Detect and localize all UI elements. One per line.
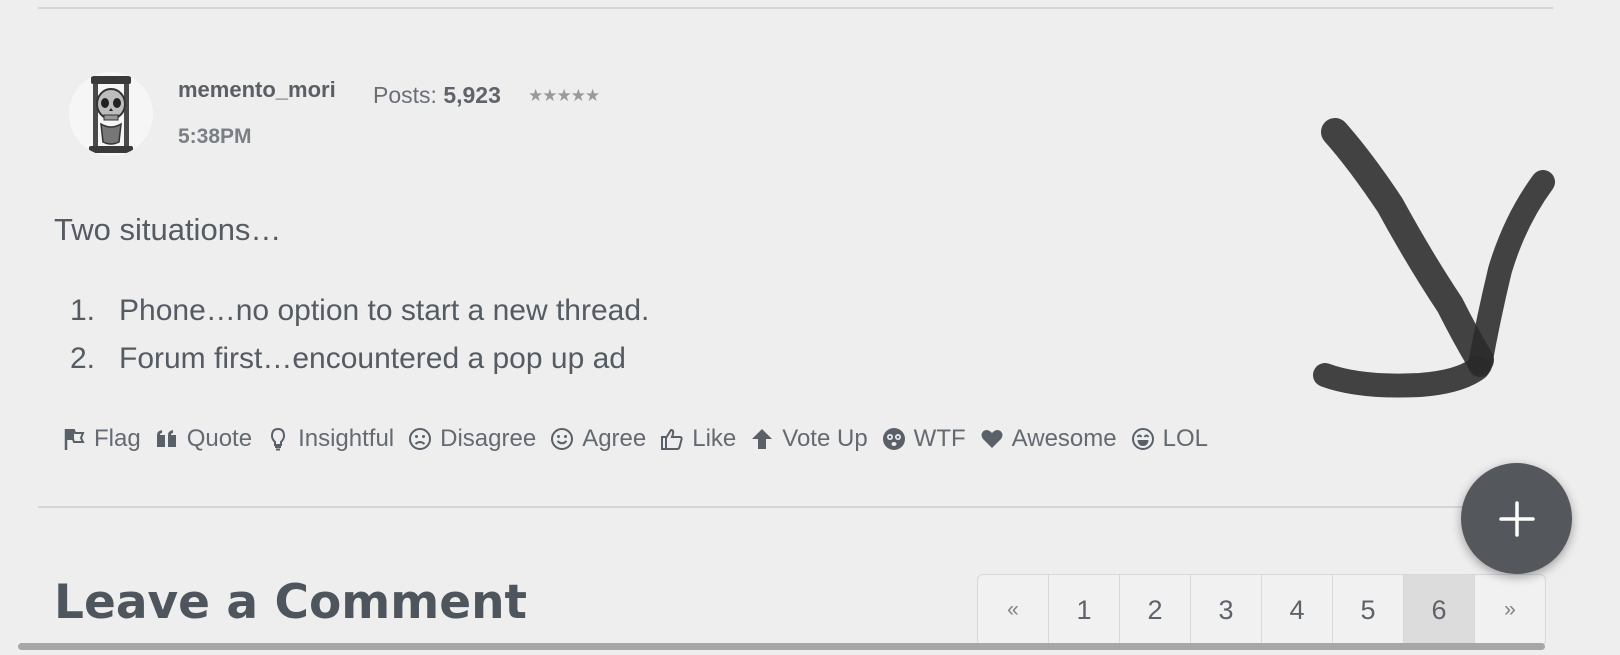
reaction-label: Quote [186, 425, 253, 452]
heart-icon [981, 430, 1003, 448]
frown-icon [409, 428, 432, 450]
reaction-label: LOL [1162, 425, 1208, 452]
post-body-list: 1. Phone…no option to start a new thread.… [70, 290, 649, 386]
posts-count-value: 5,923 [443, 82, 501, 108]
posts-label: Posts: [373, 82, 437, 108]
reaction-bar: Flag Quote Insightful Disagree Agree Lik… [62, 425, 1222, 453]
like-button[interactable]: Like [660, 425, 736, 453]
pagination-page-2[interactable]: 2 [1120, 575, 1191, 645]
flag-button[interactable]: Flag [62, 425, 141, 453]
laugh-icon [1131, 428, 1154, 450]
dizzy-face-icon [882, 428, 905, 450]
insightful-button[interactable]: Insightful [266, 425, 394, 453]
arrow-up-icon [752, 429, 773, 449]
list-text: Phone…no option to start a new thread. [119, 294, 650, 327]
list-item: 1. Phone…no option to start a new thread. [70, 290, 649, 338]
pagination: « 1 2 3 4 5 6 » [977, 574, 1546, 646]
pagination-next-button[interactable]: » [1475, 575, 1545, 645]
agree-button[interactable]: Agree [550, 425, 646, 453]
reaction-label: Disagree [440, 425, 537, 452]
pagination-page-6[interactable]: 6 [1404, 575, 1475, 645]
pagination-page-4[interactable]: 4 [1262, 575, 1333, 645]
new-post-fab-button[interactable] [1461, 463, 1572, 574]
reaction-label: Flag [94, 425, 141, 452]
reaction-label: Vote Up [782, 425, 868, 452]
reaction-label: Agree [582, 425, 647, 452]
flag-icon [64, 429, 85, 450]
reaction-label: Insightful [298, 425, 395, 452]
list-text: Forum first…encountered a pop up ad [119, 342, 626, 375]
post-count: Posts: 5,923 [373, 82, 501, 109]
post-time[interactable]: 5:38PM [178, 125, 252, 149]
smile-icon [551, 428, 574, 450]
pagination-page-3[interactable]: 3 [1191, 575, 1262, 645]
post-body-intro: Two situations… [54, 212, 282, 247]
leave-comment-heading: Leave a Comment [54, 575, 528, 630]
lol-button[interactable]: LOL [1131, 425, 1208, 453]
plus-icon [1498, 500, 1535, 537]
post-author[interactable]: memento_mori [178, 77, 336, 103]
list-item: 2. Forum first…encountered a pop up ad [70, 338, 649, 386]
reaction-label: WTF [913, 425, 966, 452]
disagree-button[interactable]: Disagree [408, 425, 536, 453]
post-divider-top [38, 7, 1553, 9]
reaction-label: Like [692, 425, 737, 452]
list-number: 1. [70, 294, 96, 327]
wtf-button[interactable]: WTF [882, 425, 966, 453]
quote-button[interactable]: Quote [155, 425, 252, 453]
post-divider-bottom [38, 506, 1516, 508]
pagination-page-5[interactable]: 5 [1333, 575, 1404, 645]
vote-up-button[interactable]: Vote Up [750, 425, 868, 453]
rank-stars: ★★★★★ [528, 86, 600, 105]
hand-drawn-arrow-icon [1313, 118, 1555, 398]
skull-hourglass-icon [89, 76, 133, 153]
thumbs-up-icon [661, 428, 683, 450]
awesome-button[interactable]: Awesome [980, 425, 1117, 453]
avatar[interactable] [69, 72, 153, 156]
pagination-page-1[interactable]: 1 [1049, 575, 1120, 645]
pagination-prev-button[interactable]: « [978, 575, 1049, 645]
reaction-label: Awesome [1011, 425, 1117, 452]
lightbulb-icon [271, 427, 286, 451]
quote-icon [156, 430, 176, 447]
horizontal-scrollbar[interactable] [18, 643, 1545, 650]
list-number: 2. [70, 342, 96, 375]
